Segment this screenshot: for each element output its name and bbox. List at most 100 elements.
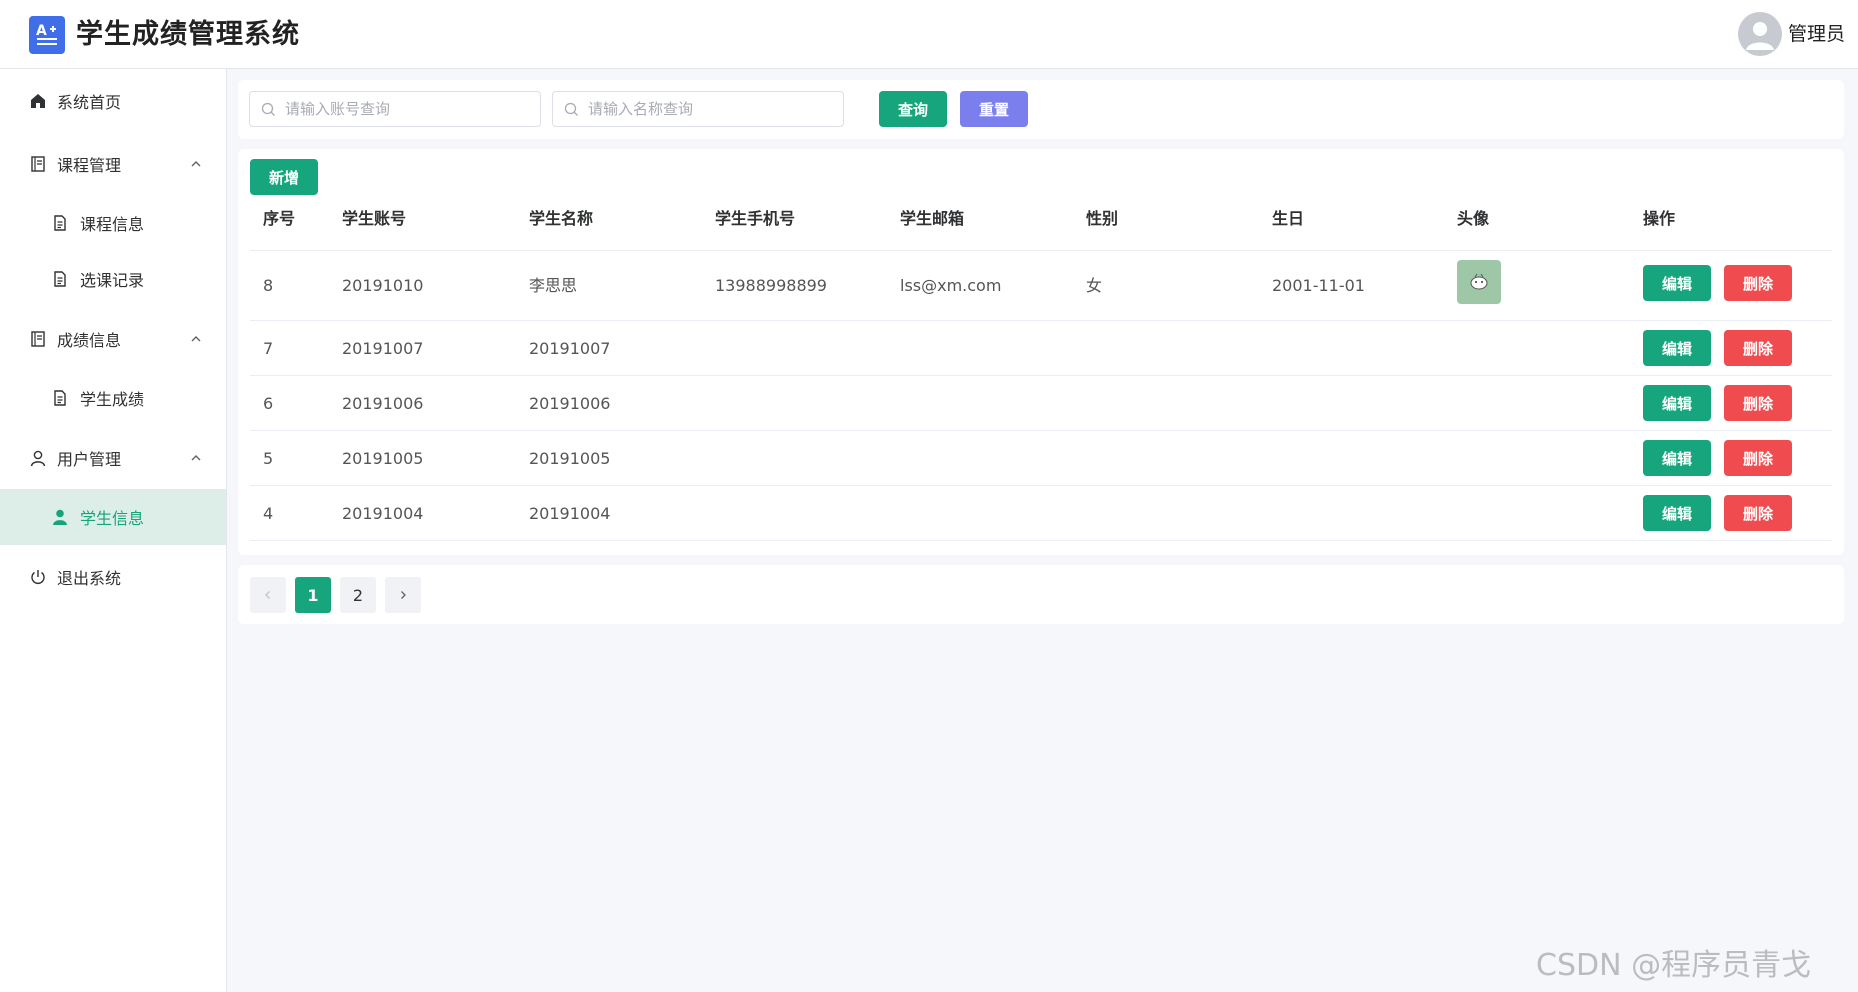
column-header-birthday: 生日 bbox=[1272, 209, 1305, 228]
user-avatar-icon[interactable] bbox=[1738, 12, 1782, 56]
column-header-phone: 学生手机号 bbox=[715, 209, 796, 228]
app-title: 学生成绩管理系统 bbox=[76, 19, 300, 50]
reset-button[interactable]: 重置 bbox=[960, 91, 1028, 127]
grade-a-plus-icon: A bbox=[29, 16, 65, 54]
table-row: 7 20191007 20191007 编辑 删除 bbox=[250, 321, 1832, 376]
cell-account: 20191007 bbox=[342, 339, 424, 358]
cell-id: 6 bbox=[263, 394, 274, 413]
add-button[interactable]: 新增 bbox=[250, 159, 318, 195]
chevron-up-icon bbox=[191, 336, 201, 342]
sidebar-item-label: 用户管理 bbox=[57, 450, 122, 469]
chevron-up-icon bbox=[191, 161, 201, 167]
sidebar-item-label: 学生信息 bbox=[80, 509, 145, 528]
cell-id: 5 bbox=[263, 449, 274, 468]
sidebar-item-label: 课程管理 bbox=[57, 156, 122, 175]
table-row: 6 20191006 20191006 编辑 删除 bbox=[250, 376, 1832, 431]
search-icon bbox=[261, 102, 275, 116]
column-header-email: 学生邮箱 bbox=[900, 209, 965, 228]
cartoon-avatar-icon bbox=[1470, 273, 1488, 290]
user-name[interactable]: 管理员 bbox=[1788, 20, 1845, 48]
watermark: CSDN @程序员青戈 bbox=[1536, 948, 1812, 983]
query-button[interactable]: 查询 bbox=[879, 91, 947, 127]
sidebar-item-label: 学生成绩 bbox=[80, 390, 145, 409]
sidebar-item-student-info[interactable]: 学生信息 bbox=[0, 489, 226, 545]
pagination-card: 1 2 bbox=[238, 565, 1844, 624]
cell-phone: 13988998899 bbox=[715, 276, 827, 295]
sidebar: 系统首页 课程管理 课程信息 选课记录 成绩信息 学生成绩 用户管理 学生信息 … bbox=[0, 69, 227, 992]
cell-birthday: 2001-11-01 bbox=[1272, 276, 1365, 295]
sidebar-item-course-management[interactable]: 课程管理 bbox=[0, 136, 226, 192]
chevron-up-icon bbox=[191, 455, 201, 461]
cell-name: 李思思 bbox=[529, 276, 578, 295]
sidebar-item-user-management[interactable]: 用户管理 bbox=[0, 430, 226, 486]
sidebar-item-enrollment-records[interactable]: 选课记录 bbox=[0, 251, 226, 307]
column-header-avatar: 头像 bbox=[1457, 209, 1490, 228]
sidebar-item-label: 课程信息 bbox=[80, 215, 145, 234]
user-icon bbox=[50, 507, 70, 527]
document-icon bbox=[50, 213, 70, 233]
cell-name: 20191004 bbox=[529, 504, 611, 523]
edit-button[interactable]: 编辑 bbox=[1643, 440, 1711, 476]
table-row: 5 20191005 20191005 编辑 删除 bbox=[250, 431, 1832, 486]
sidebar-item-logout[interactable]: 退出系统 bbox=[0, 549, 226, 605]
cell-account: 20191004 bbox=[342, 504, 424, 523]
document-icon bbox=[50, 269, 70, 289]
prev-page-button[interactable] bbox=[250, 577, 286, 613]
cell-account: 20191006 bbox=[342, 394, 424, 413]
column-header-name: 学生名称 bbox=[529, 209, 594, 228]
cell-name: 20191006 bbox=[529, 394, 611, 413]
power-icon bbox=[28, 567, 48, 587]
next-page-button[interactable] bbox=[385, 577, 421, 613]
column-header-id: 序号 bbox=[263, 209, 296, 228]
column-header-account: 学生账号 bbox=[342, 209, 407, 228]
sidebar-item-label: 退出系统 bbox=[57, 569, 122, 588]
table-row: 4 20191004 20191004 编辑 删除 bbox=[250, 486, 1832, 541]
chevron-left-icon bbox=[265, 591, 270, 599]
sidebar-item-label: 系统首页 bbox=[57, 93, 122, 112]
edit-button[interactable]: 编辑 bbox=[1643, 265, 1711, 301]
cell-gender: 女 bbox=[1086, 276, 1103, 295]
delete-button[interactable]: 删除 bbox=[1724, 495, 1792, 531]
search-icon bbox=[564, 102, 578, 116]
search-card: 查询 重置 bbox=[238, 80, 1844, 139]
book-icon bbox=[28, 329, 48, 349]
sidebar-item-grade-info[interactable]: 成绩信息 bbox=[0, 311, 226, 367]
sidebar-item-home[interactable]: 系统首页 bbox=[0, 73, 226, 129]
edit-button[interactable]: 编辑 bbox=[1643, 385, 1711, 421]
table-row: 8 20191010 李思思 13988998899 lss@xm.com 女 … bbox=[250, 251, 1832, 321]
cell-email: lss@xm.com bbox=[900, 276, 1002, 295]
delete-button[interactable]: 删除 bbox=[1724, 440, 1792, 476]
chevron-right-icon bbox=[401, 591, 406, 599]
account-search-input[interactable] bbox=[285, 92, 535, 126]
top-header: A 学生成绩管理系统 管理员 bbox=[0, 0, 1858, 69]
name-search-field[interactable] bbox=[552, 91, 844, 127]
sidebar-item-label: 选课记录 bbox=[80, 271, 145, 290]
delete-button[interactable]: 删除 bbox=[1724, 330, 1792, 366]
name-search-input[interactable] bbox=[588, 92, 838, 126]
cell-name: 20191005 bbox=[529, 449, 611, 468]
table-card: 新增 序号 学生账号 学生名称 学生手机号 学生邮箱 性别 生日 头像 操作 8… bbox=[238, 149, 1844, 555]
cell-name: 20191007 bbox=[529, 339, 611, 358]
user-icon bbox=[28, 448, 48, 468]
cell-account: 20191005 bbox=[342, 449, 424, 468]
edit-button[interactable]: 编辑 bbox=[1643, 495, 1711, 531]
book-icon bbox=[28, 154, 48, 174]
cell-account: 20191010 bbox=[342, 276, 424, 295]
home-icon bbox=[28, 91, 48, 111]
page-button-1[interactable]: 1 bbox=[295, 577, 331, 613]
column-header-actions: 操作 bbox=[1643, 209, 1676, 228]
cell-id: 8 bbox=[263, 276, 274, 295]
sidebar-item-label: 成绩信息 bbox=[57, 331, 122, 350]
cell-id: 7 bbox=[263, 339, 274, 358]
sidebar-item-course-info[interactable]: 课程信息 bbox=[0, 195, 226, 251]
svg-text:A: A bbox=[36, 23, 47, 39]
delete-button[interactable]: 删除 bbox=[1724, 385, 1792, 421]
page-button-2[interactable]: 2 bbox=[340, 577, 376, 613]
delete-button[interactable]: 删除 bbox=[1724, 265, 1792, 301]
account-search-field[interactable] bbox=[249, 91, 541, 127]
sidebar-item-student-grades[interactable]: 学生成绩 bbox=[0, 370, 226, 426]
cell-id: 4 bbox=[263, 504, 274, 523]
edit-button[interactable]: 编辑 bbox=[1643, 330, 1711, 366]
main-content: 查询 重置 新增 序号 学生账号 学生名称 学生手机号 学生邮箱 性别 生日 头… bbox=[227, 69, 1858, 992]
student-avatar-image[interactable] bbox=[1457, 260, 1501, 304]
